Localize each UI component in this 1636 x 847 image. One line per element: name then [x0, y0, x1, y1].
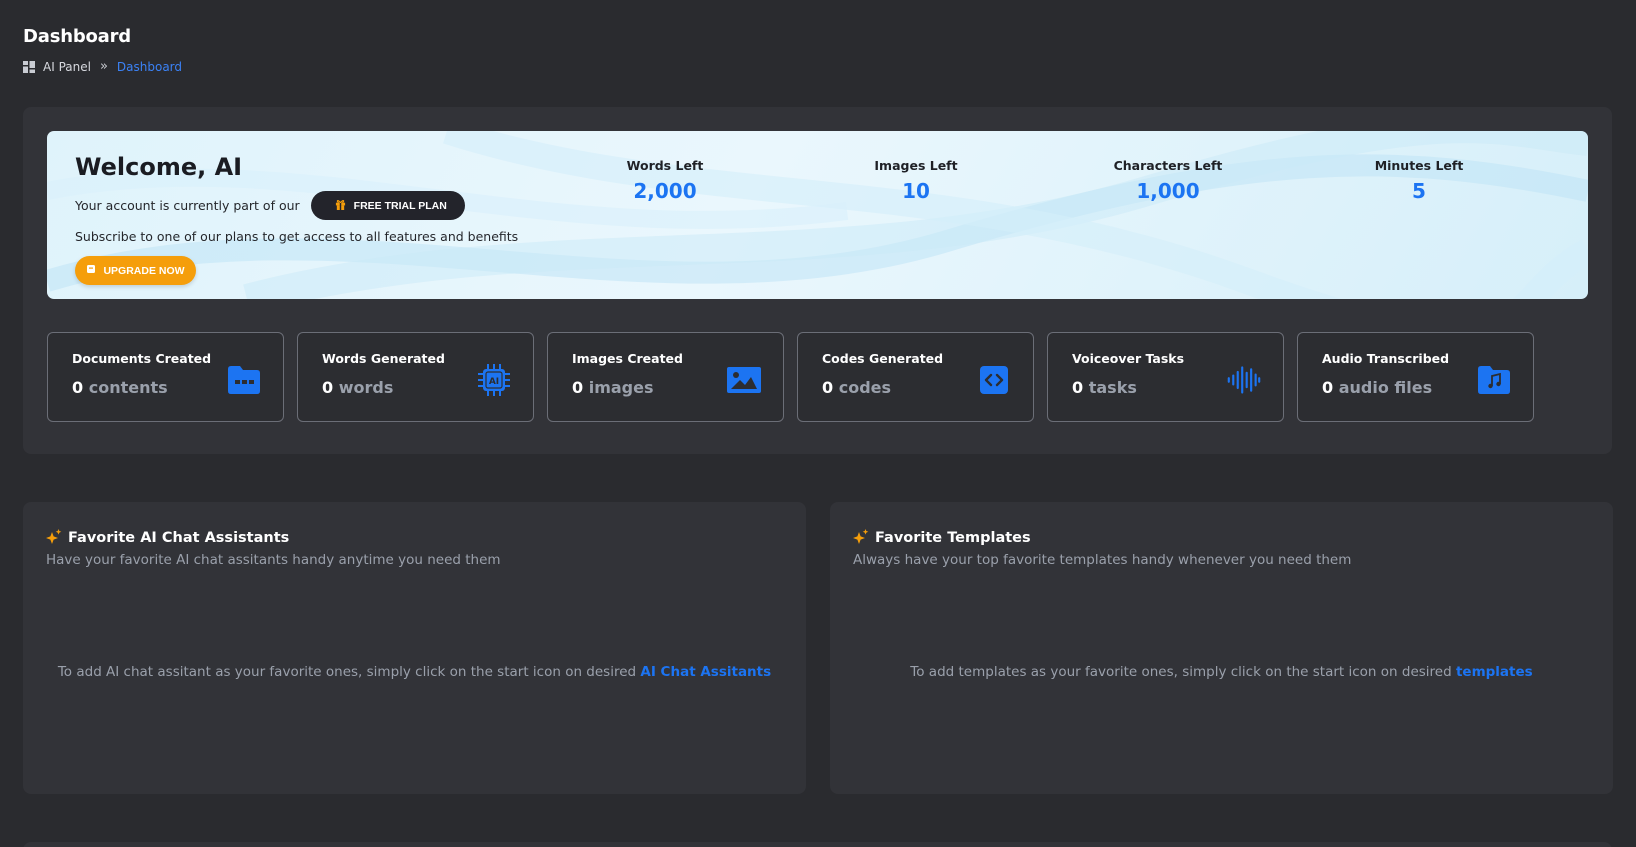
card-audio-transcribed[interactable]: Audio Transcribed 0 audio files — [1297, 332, 1534, 422]
code-icon — [977, 363, 1011, 397]
favorite-assistants-subtitle: Have your favorite AI chat assitants han… — [46, 552, 501, 568]
free-trial-plan-button[interactable]: FREE TRIAL PLAN — [310, 191, 465, 220]
upgrade-now-label: UPGRADE NOW — [103, 264, 185, 277]
card-words-generated[interactable]: Words Generated 0 words AI — [297, 332, 534, 422]
breadcrumb-ai-panel[interactable]: AI Panel — [43, 60, 91, 74]
page-header: Dashboard AI Panel » Dashboard — [23, 26, 182, 74]
favorite-templates-empty-state: To add templates as your favorite ones, … — [830, 664, 1613, 680]
card-label: Images Created — [572, 351, 683, 366]
stat-value: 2,000 — [633, 179, 697, 203]
empty-state-text: To add templates as your favorite ones, … — [910, 664, 1452, 680]
page-title: Dashboard — [23, 26, 131, 47]
card-value: 0 codes — [822, 378, 892, 397]
card-label: Words Generated — [322, 351, 445, 366]
empty-state-text: To add AI chat assitant as your favorite… — [57, 664, 637, 680]
image-icon — [727, 363, 761, 397]
favorite-templates-panel: Favorite Templates Always have your top … — [830, 502, 1613, 794]
favorite-templates-header: Favorite Templates — [853, 528, 1031, 548]
subscribe-text: Subscribe to one of our plans to get acc… — [75, 229, 519, 244]
ai-chat-assistants-link[interactable]: AI Chat Assitants — [640, 664, 771, 680]
waveform-icon — [1227, 363, 1261, 397]
stat-label: Words Left — [626, 158, 704, 173]
sparkle-star-icon — [46, 528, 62, 548]
box-icon — [86, 264, 96, 277]
card-value: 0 images — [572, 378, 654, 397]
card-images-created[interactable]: Images Created 0 images — [547, 332, 784, 422]
breadcrumb-separator: » — [99, 59, 108, 74]
favorite-assistants-title: Favorite AI Chat Assistants — [68, 530, 290, 546]
stat-characters-left: Characters Left 1,000 — [1088, 158, 1248, 203]
favorite-templates-title: Favorite Templates — [875, 530, 1031, 546]
welcome-banner: Welcome, AI Your account is currently pa… — [47, 131, 1588, 299]
stat-label: Images Left — [874, 158, 958, 173]
favorite-assistants-empty-state: To add AI chat assitant as your favorite… — [23, 664, 806, 680]
favorite-assistants-header: Favorite AI Chat Assistants — [46, 528, 289, 548]
welcome-block: Welcome, AI Your account is currently pa… — [75, 153, 518, 285]
card-value: 0 words — [322, 378, 394, 397]
ai-chip-icon: AI — [477, 363, 511, 397]
stat-minutes-left: Minutes Left 5 — [1339, 158, 1499, 203]
plan-line: Your account is currently part of our FR… — [75, 191, 518, 220]
card-value: 0 tasks — [1072, 378, 1137, 397]
stat-label: Characters Left — [1113, 158, 1223, 173]
breadcrumb-current: Dashboard — [116, 59, 183, 74]
welcome-heading: Welcome, AI — [75, 153, 243, 181]
stat-value: 1,000 — [1136, 179, 1200, 203]
free-trial-plan-label: FREE TRIAL PLAN — [353, 199, 447, 212]
svg-text:AI: AI — [489, 377, 499, 387]
card-label: Audio Transcribed — [1322, 351, 1450, 366]
card-label: Voiceover Tasks — [1072, 351, 1185, 366]
card-codes-generated[interactable]: Codes Generated 0 codes — [797, 332, 1034, 422]
gift-icon — [335, 199, 346, 213]
card-label: Documents Created — [72, 351, 212, 366]
folder-icon — [227, 363, 261, 397]
stat-value: 5 — [1412, 179, 1426, 203]
stat-label: Minutes Left — [1374, 158, 1464, 173]
dashboard-grid-icon — [23, 60, 35, 73]
card-value: 0 contents — [72, 378, 168, 397]
overview-panel: Welcome, AI Your account is currently pa… — [23, 107, 1612, 454]
stat-value: 10 — [902, 179, 930, 203]
card-documents-created[interactable]: Documents Created 0 contents — [47, 332, 284, 422]
stat-words-left: Words Left 2,000 — [585, 158, 745, 203]
card-label: Codes Generated — [822, 351, 944, 366]
breadcrumb: AI Panel » Dashboard — [23, 59, 182, 74]
card-voiceover-tasks[interactable]: Voiceover Tasks 0 tasks — [1047, 332, 1284, 422]
sparkle-star-icon — [853, 528, 869, 548]
plan-text: Your account is currently part of our — [75, 198, 300, 213]
stat-images-left: Images Left 10 — [836, 158, 996, 203]
music-folder-icon — [1477, 363, 1511, 397]
favorite-templates-subtitle: Always have your top favorite templates … — [853, 552, 1352, 568]
card-value: 0 audio files — [1322, 378, 1433, 397]
templates-link[interactable]: templates — [1456, 664, 1533, 680]
favorite-assistants-panel: Favorite AI Chat Assistants Have your fa… — [23, 502, 806, 794]
upgrade-now-button[interactable]: UPGRADE NOW — [75, 256, 196, 285]
next-panel-edge — [23, 842, 1612, 847]
